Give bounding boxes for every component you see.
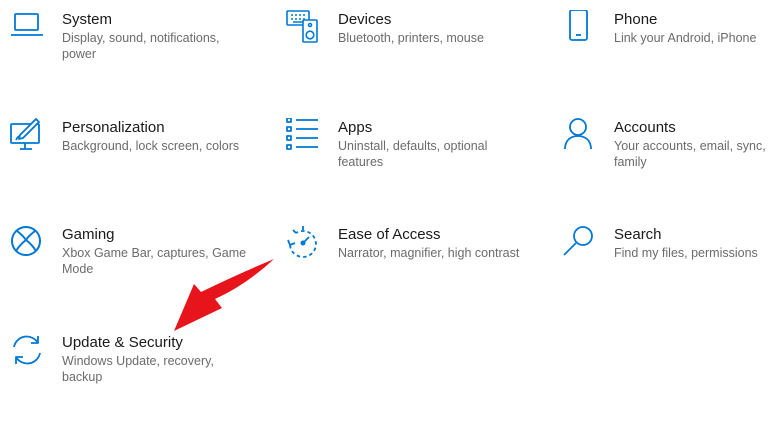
paint-monitor-icon: [10, 118, 44, 152]
tile-phone[interactable]: Phone Link your Android, iPhone: [562, 10, 768, 100]
tile-personalization[interactable]: Personalization Background, lock screen,…: [10, 118, 250, 208]
tile-description: Bluetooth, printers, mouse: [338, 31, 484, 45]
tile-description: Link your Android, iPhone: [614, 31, 757, 45]
tile-accounts[interactable]: Accounts Your accounts, email, sync, wor…: [562, 118, 768, 208]
ease-of-access-icon: [286, 225, 320, 259]
tile-search[interactable]: Search Find my files, permissions: [562, 225, 768, 315]
tile-description: Display, sound, notifications, power: [62, 31, 220, 61]
tile-apps[interactable]: Apps Uninstall, defaults, optional featu…: [286, 118, 526, 208]
magnifier-icon: [562, 225, 596, 259]
tile-devices[interactable]: Devices Bluetooth, printers, mouse: [286, 10, 526, 100]
tile-ease-of-access[interactable]: Ease of Access Narrator, magnifier, high…: [286, 225, 526, 315]
tile-description: Uninstall, defaults, optional features: [338, 139, 488, 169]
laptop-icon: [10, 10, 44, 44]
keyboard-speaker-icon: [286, 10, 320, 44]
tile-title: Ease of Access: [338, 226, 441, 243]
list-icon: [286, 118, 320, 152]
tile-title: Gaming: [62, 226, 115, 243]
tile-description: Your accounts, email, sync, work, family: [614, 139, 768, 169]
tile-title: Phone: [614, 11, 658, 28]
phone-icon: [562, 10, 596, 44]
tile-title: Accounts: [614, 119, 676, 136]
tile-system[interactable]: System Display, sound, notifications, po…: [10, 10, 250, 100]
xbox-icon: [10, 225, 44, 259]
person-icon: [562, 118, 596, 152]
tile-title: Devices: [338, 11, 392, 28]
tile-title: System: [62, 11, 113, 28]
tile-description: Background, lock screen, colors: [62, 139, 240, 153]
sync-arrows-icon: [10, 333, 44, 367]
tile-gaming[interactable]: Gaming Xbox Game Bar, captures, Game Mod…: [10, 225, 250, 315]
tile-description: Xbox Game Bar, captures, Game Mode: [62, 246, 247, 276]
tile-description: Narrator, magnifier, high contrast: [338, 246, 520, 260]
tile-title: Update & Security: [62, 334, 183, 351]
tile-title: Search: [614, 226, 662, 243]
tile-update-security[interactable]: Update & Security Windows Update, recove…: [10, 333, 250, 423]
tile-description: Windows Update, recovery, backup: [62, 354, 214, 384]
tile-title: Personalization: [62, 119, 165, 136]
tile-title: Apps: [338, 119, 373, 136]
tile-description: Find my files, permissions: [614, 246, 758, 260]
